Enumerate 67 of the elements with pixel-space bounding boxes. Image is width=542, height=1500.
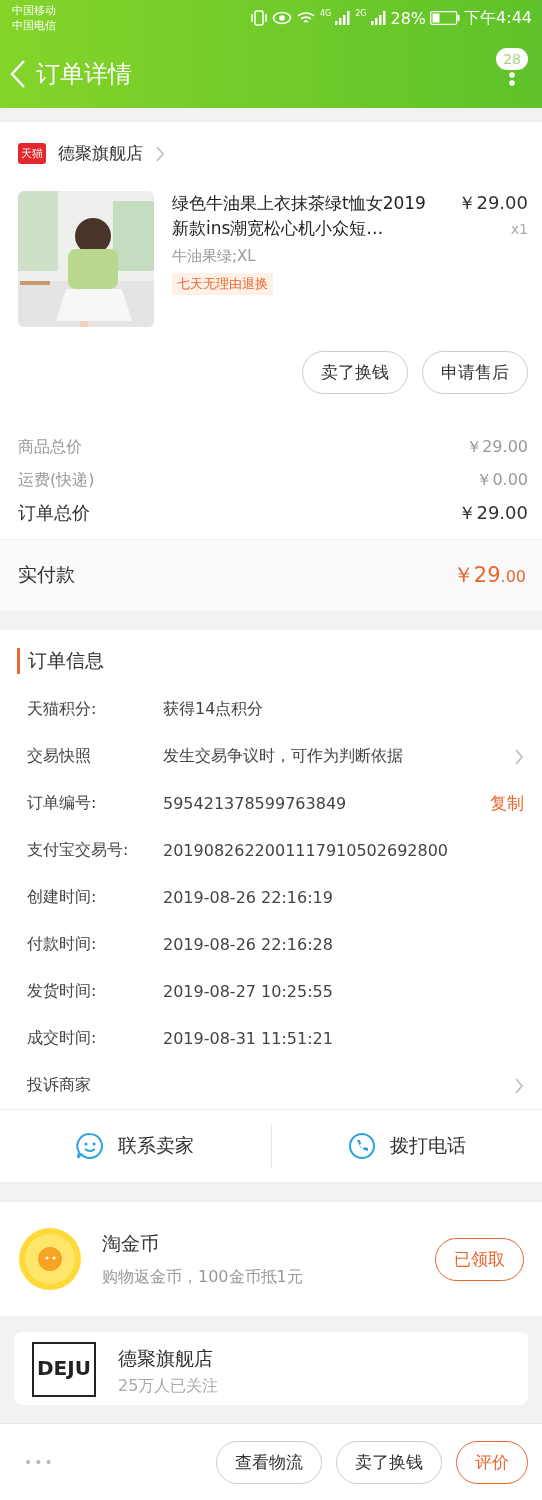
- product-quantity: x1: [510, 221, 528, 237]
- summary-label: 订单总价: [18, 501, 90, 525]
- summary-label: 商品总价: [18, 436, 82, 458]
- network-label: 2G: [355, 9, 367, 18]
- chevron-icon[interactable]: [514, 1077, 524, 1094]
- chevron-icon[interactable]: [155, 145, 165, 162]
- store-badge: 天猫: [18, 143, 46, 164]
- signal-icon: [335, 11, 352, 25]
- notification-badge: 28: [496, 48, 528, 70]
- coin-icon: [18, 1227, 82, 1291]
- network-label: 4G: [319, 9, 332, 18]
- more-icon[interactable]: [508, 72, 517, 86]
- info-value: 2019-08-26 22:16:28: [163, 935, 334, 954]
- info-label: 发货时间:: [27, 981, 98, 1002]
- action-button[interactable]: 申请售后: [422, 351, 528, 394]
- contact-button[interactable]: 联系卖家: [118, 1133, 195, 1159]
- section-title: 订单信息: [17, 648, 542, 674]
- action-button[interactable]: 卖了换钱: [336, 1440, 442, 1484]
- follower-count: 25万人已关注: [117, 1376, 219, 1397]
- info-label: 交易快照: [27, 746, 92, 767]
- info-label: 投诉商家: [27, 1075, 92, 1096]
- info-label: 付款时间:: [27, 934, 98, 955]
- coin-description: 购物返金币，100金币抵1元: [102, 1266, 304, 1288]
- clock: 下午4:44: [464, 7, 532, 29]
- phone-icon[interactable]: [347, 1132, 376, 1160]
- summary-value: ￥0.00: [476, 469, 528, 491]
- info-value: 2019082622001117910502692800: [163, 841, 450, 860]
- info-label: 成交时间:: [27, 1028, 98, 1049]
- info-label: 天猫积分:: [27, 699, 98, 720]
- info-value: 2019-08-26 22:16:19: [163, 888, 334, 907]
- shop-name: 德聚旗舰店: [117, 1346, 214, 1371]
- info-label: 订单编号:: [27, 793, 98, 814]
- shop-card[interactable]: DEJU 德聚旗舰店 25万人已关注: [14, 1332, 528, 1405]
- eye-icon: [271, 11, 292, 25]
- product-price: ￥29.00: [458, 191, 528, 215]
- summary-value: ￥29.00: [466, 436, 528, 458]
- summary-label: 运费(快递): [18, 469, 95, 491]
- wifi-icon: [295, 10, 316, 26]
- coin-title: 淘金币: [102, 1230, 160, 1256]
- chat-icon[interactable]: [76, 1132, 105, 1160]
- carrier-name: 中国移动: [12, 3, 56, 18]
- chevron-icon[interactable]: [514, 748, 524, 765]
- store-name[interactable]: 德聚旗舰店: [58, 142, 143, 165]
- info-value: 获得14点积分: [163, 699, 265, 720]
- carrier-name: 中国电信: [12, 18, 56, 33]
- paid-amount: ￥29.00: [452, 562, 526, 589]
- battery-percent: 28%: [390, 8, 427, 28]
- paid-label: 实付款: [18, 562, 75, 587]
- info-value: 2019-08-31 11:51:21: [163, 1029, 334, 1048]
- page-title: 订单详情: [36, 59, 133, 90]
- info-value: 发生交易争议时，可作为判断依据: [163, 746, 404, 767]
- action-button[interactable]: 卖了换钱: [302, 351, 408, 394]
- info-value: 2019-08-27 10:25:55: [163, 982, 334, 1001]
- info-label: 创建时间:: [27, 887, 98, 908]
- product-variant: 牛油果绿;XL: [172, 247, 256, 266]
- info-label: 支付宝交易号:: [27, 840, 130, 861]
- shop-logo: DEJU: [32, 1342, 96, 1397]
- info-value: 595421378599763849: [163, 794, 348, 813]
- summary-value: ￥29.00: [458, 501, 528, 525]
- battery-icon: [430, 11, 461, 25]
- action-button[interactable]: 查看物流: [216, 1440, 322, 1484]
- contact-button[interactable]: 拨打电话: [389, 1133, 466, 1159]
- signal-icon: [370, 11, 387, 25]
- return-policy-tag: 七天无理由退换: [172, 273, 273, 295]
- back-icon[interactable]: [10, 59, 26, 89]
- vibrate-icon: [249, 10, 268, 26]
- product-title[interactable]: 绿色牛油果上衣抹茶绿t恤女2019新款ins潮宽松心机小众短…: [172, 191, 438, 241]
